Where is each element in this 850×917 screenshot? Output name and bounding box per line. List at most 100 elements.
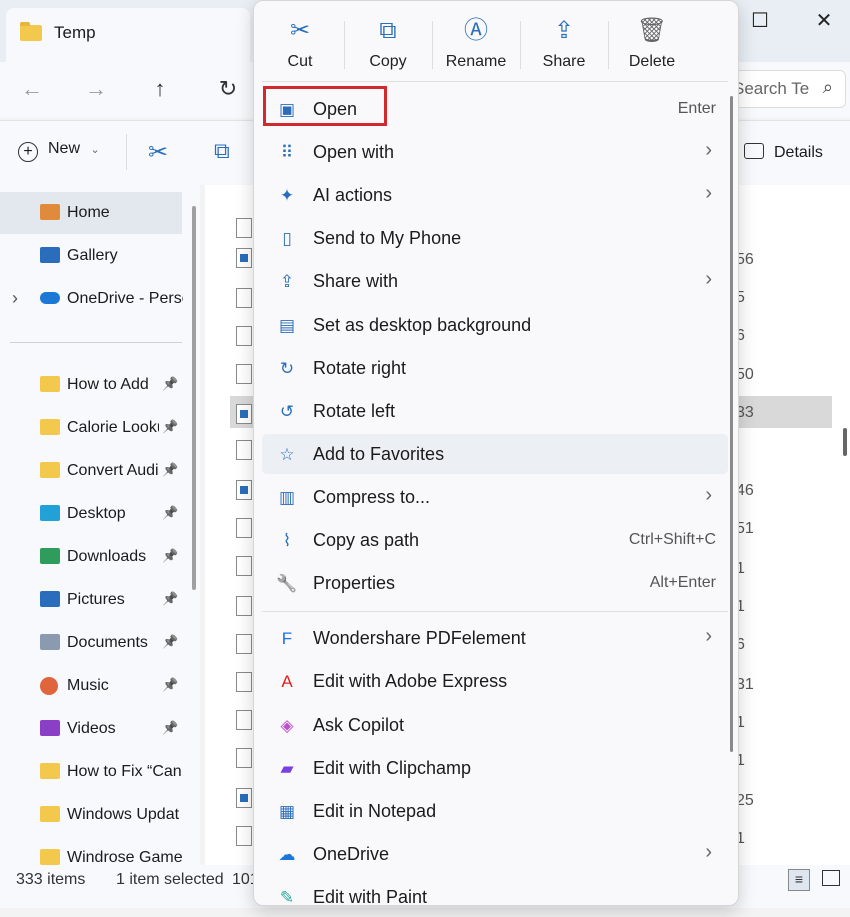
menu-item-share-with[interactable]: ⇪ Share with › [262,261,728,301]
menu-item-copy-as-path[interactable]: ⌇ Copy as path Ctrl+Shift+C [262,520,728,560]
details-label: Details [774,144,823,161]
share-icon: ⇪ [553,17,575,44]
sidebar-item-9[interactable]: Documents 📌 [0,624,182,662]
menu-item-wondershare-pdfelement[interactable]: F Wondershare PDFelement › [262,618,728,658]
sidebar-item-11[interactable]: Videos 📌 [0,710,182,748]
sidebar-item-10[interactable]: Music 📌 [0,667,182,705]
file-icon[interactable] [236,826,252,846]
submenu-arrow-icon: › [705,139,712,161]
file-icon[interactable] [236,710,252,730]
image-file-icon[interactable] [236,404,252,424]
menu-item-compress-to[interactable]: ▥ Compress to... › [262,477,728,517]
quick-action-copy[interactable]: ⧉ Copy [344,17,432,71]
menu-item-send-to-my-phone[interactable]: ▯ Send to My Phone [262,218,728,258]
menu-item-edit-with-adobe-express[interactable]: A Edit with Adobe Express [262,661,728,701]
file-icon[interactable] [236,518,252,538]
file-icon[interactable] [236,364,252,384]
details-view-icon[interactable]: ≡ [788,869,810,891]
maximize-button[interactable]: ☐ [740,8,780,34]
tiles-view-icon[interactable] [822,870,840,886]
close-button[interactable]: ✕ [804,8,844,34]
desktop-icon [40,505,60,521]
sidebar-item-label: Downloads [67,548,147,565]
copilot-icon: ◈ [280,716,294,735]
folder-icon [40,462,60,478]
sidebar-item-label: Documents [67,634,148,651]
file-icon[interactable] [236,634,252,654]
sidebar-item-3[interactable]: How to Add 📌 [0,366,182,404]
pin-icon: 📌 [162,462,179,477]
image-file-icon[interactable] [236,480,252,500]
quick-action-delete[interactable]: 🗑 Delete [608,17,696,71]
menu-item-ask-copilot[interactable]: ◈ Ask Copilot [262,705,728,745]
expand-chevron-icon[interactable]: › [12,288,18,309]
cut-button[interactable]: ✂ [148,138,168,167]
sidebar-item-label: How to Add [67,376,149,393]
file-icon[interactable] [236,748,252,768]
tab-title: Temp [54,23,96,42]
file-icon[interactable] [236,556,252,576]
up-button[interactable]: ↑ [142,74,178,104]
menu-item-onedrive[interactable]: ☁ OneDrive › [262,834,728,874]
menu-item-open-with[interactable]: ⠿ Open with › [262,132,728,172]
folder-icon [40,806,60,822]
new-label: New [48,140,81,157]
context-menu-scrollbar[interactable] [730,96,733,752]
file-icon[interactable] [236,596,252,616]
image-file-icon[interactable] [236,248,252,268]
file-icon[interactable] [236,326,252,346]
file-icon[interactable] [236,218,252,238]
file-icon[interactable] [236,288,252,308]
file-icon[interactable] [236,672,252,692]
sidebar-item-7[interactable]: Downloads 📌 [0,538,182,576]
sidebar-scrollbar[interactable] [192,206,196,590]
phone-icon: ▯ [282,229,292,248]
menu-item-add-to-favorites[interactable]: ☆ Add to Favorites [262,434,728,474]
menu-item-shortcut: Enter [677,100,716,117]
folder-icon [20,22,42,41]
menu-item-edit-in-notepad[interactable]: ▦ Edit in Notepad [262,791,728,831]
menu-item-edit-with-clipchamp[interactable]: ▰ Edit with Clipchamp [262,748,728,788]
sidebar-item-6[interactable]: Desktop 📌 [0,495,182,533]
quick-action-label: Share [542,53,586,70]
menu-item-label: Compress to... [313,487,431,507]
sidebar-item-12[interactable]: How to Fix “Can [0,753,182,791]
sidebar-item-0[interactable]: Home [0,194,182,232]
menu-item-ai-actions[interactable]: ✦ AI actions › [262,175,728,215]
sidebar-item-13[interactable]: Windows Updat [0,796,182,834]
copy-button[interactable]: ⧉ [214,138,230,164]
clipchamp-icon: ▰ [280,759,294,778]
copy-icon: ⧉ [379,17,397,44]
menu-item-rotate-left[interactable]: ↺ Rotate left [262,391,728,431]
refresh-button[interactable]: ↻ [210,74,246,104]
new-button[interactable]: + New ⌄ [18,140,100,162]
menu-item-set-as-desktop-background[interactable]: ▤ Set as desktop background [262,305,728,345]
tab-temp[interactable]: Temp [6,8,250,62]
forward-button[interactable]: → [78,74,114,104]
menu-item-label: Rotate right [313,358,407,378]
sidebar-item-label: Videos [67,720,116,737]
sidebar-item-2[interactable]: › OneDrive - Perso [0,280,183,318]
file-icon[interactable] [236,440,252,460]
quick-action-rename[interactable]: Ⓐ Rename [432,17,520,71]
file-list-scrollbar[interactable] [843,428,847,456]
sidebar-item-8[interactable]: Pictures 📌 [0,581,182,619]
sidebar-item-label: Desktop [67,505,126,522]
scissors-icon: ✂ [148,139,169,166]
menu-item-edit-with-paint[interactable]: ✎ Edit with Paint [262,877,728,917]
details-button[interactable]: Details [744,143,823,162]
submenu-arrow-icon: › [705,841,712,863]
menu-item-label: Send to My Phone [313,228,462,248]
plus-icon: + [18,142,38,162]
menu-item-label: Properties [313,573,396,593]
sidebar-item-4[interactable]: Calorie Looku 📌 [0,409,182,447]
back-button[interactable]: ← [14,74,50,104]
menu-item-rotate-right[interactable]: ↻ Rotate right [262,348,728,388]
menu-separator [262,611,728,612]
quick-action-cut[interactable]: ✂ Cut [256,17,344,71]
quick-action-share[interactable]: ⇪ Share [520,17,608,71]
menu-item-properties[interactable]: 🔧 Properties Alt+Enter [262,563,728,603]
sidebar-item-5[interactable]: Convert Audi 📌 [0,452,182,490]
image-file-icon[interactable] [236,788,252,808]
sidebar-item-1[interactable]: Gallery [0,237,182,275]
